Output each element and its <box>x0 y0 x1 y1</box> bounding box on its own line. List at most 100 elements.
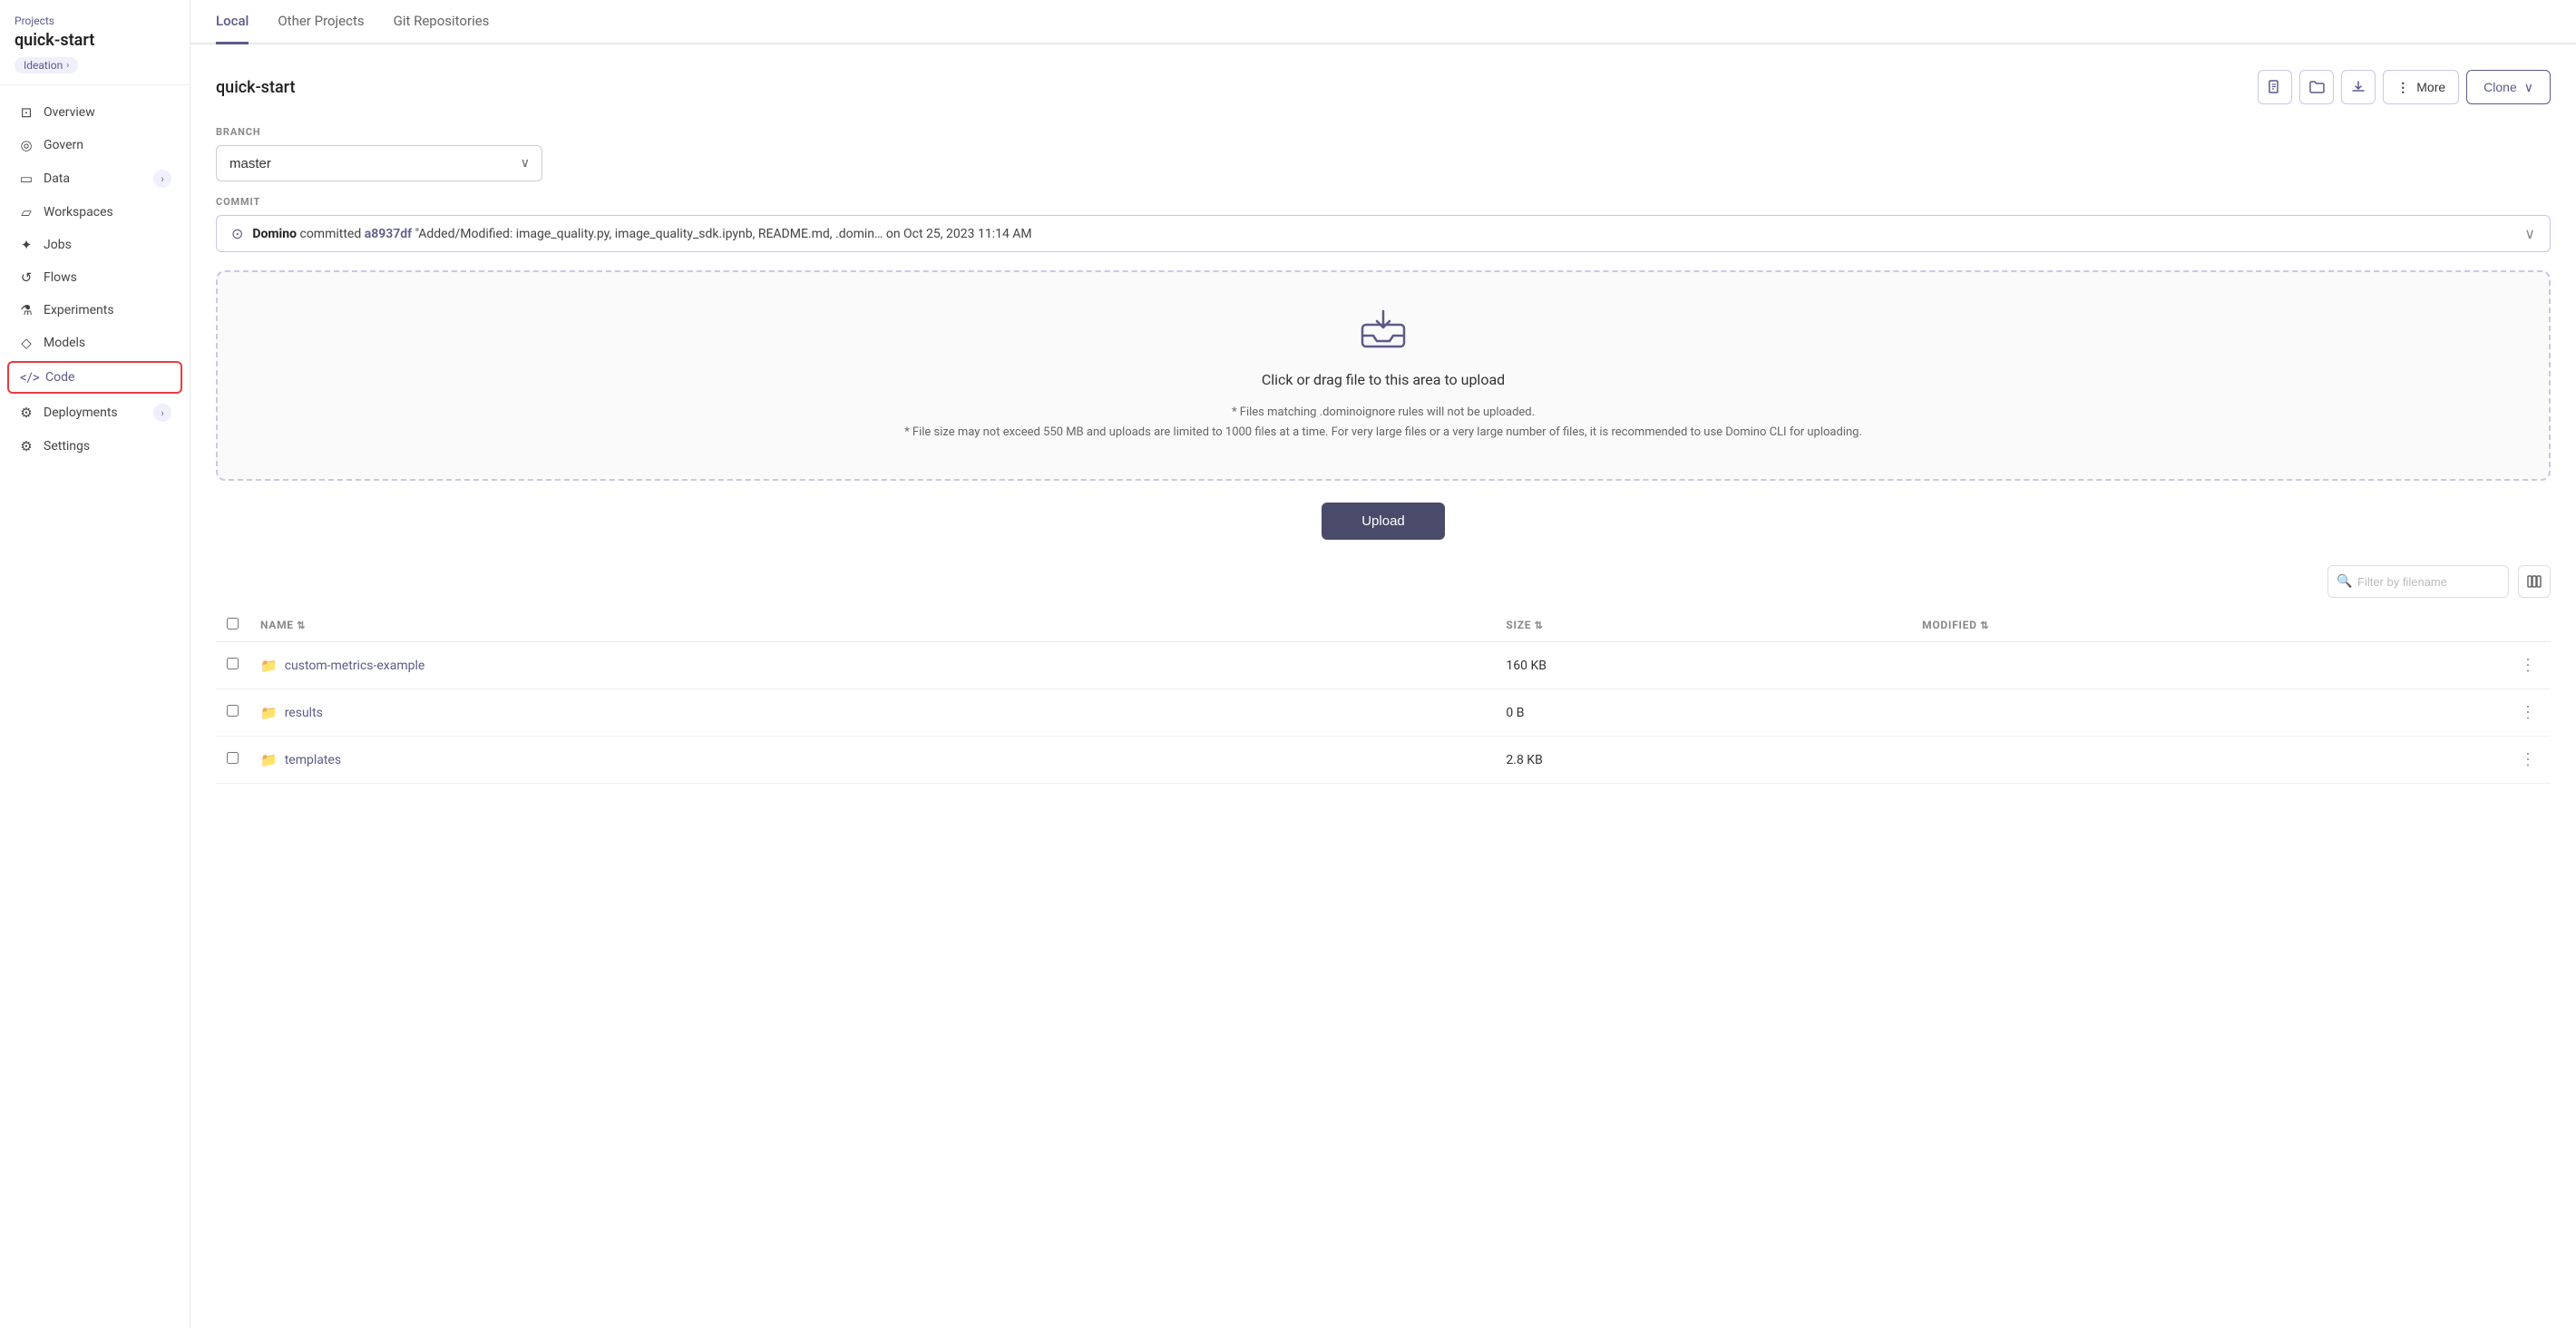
folder-icon: 📁 <box>260 658 278 674</box>
name-column-header[interactable]: NAME <box>249 609 1495 642</box>
file-modified-cell <box>1911 689 2505 737</box>
sidebar-item-experiments[interactable]: ⚗ Experiments <box>0 294 190 327</box>
upload-note-2: * File size may not exceed 550 MB and up… <box>236 423 2531 443</box>
row-actions-cell: ⋮ <box>2505 737 2551 784</box>
row-checkbox[interactable] <box>227 658 239 669</box>
file-name-cell: 📁 results <box>249 689 1495 737</box>
main-content: Local Other Projects Git Repositories qu… <box>190 0 2576 1328</box>
row-actions-button[interactable]: ⋮ <box>2516 701 2540 724</box>
code-icon: </> <box>20 369 36 386</box>
sidebar-item-label: Code <box>45 370 74 385</box>
settings-icon: ⚙ <box>18 438 34 454</box>
header-actions: ⋮ More Clone ∨ <box>2258 70 2551 104</box>
jobs-icon: ✦ <box>18 237 34 253</box>
sidebar-item-govern[interactable]: ◎ Govern <box>0 129 190 161</box>
download-icon-button[interactable] <box>2341 70 2376 104</box>
row-actions-cell: ⋮ <box>2505 689 2551 737</box>
modified-column-header[interactable]: MODIFIED <box>1911 609 2505 642</box>
sidebar-item-label: Data <box>44 171 70 186</box>
sidebar-item-flows[interactable]: ↺ Flows <box>0 261 190 294</box>
file-name-cell: 📁 custom-metrics-example <box>249 642 1495 689</box>
file-name-link[interactable]: 📁 custom-metrics-example <box>260 658 1484 674</box>
sidebar-item-label: Flows <box>44 270 77 285</box>
sidebar-item-jobs[interactable]: ✦ Jobs <box>0 229 190 261</box>
more-button[interactable]: ⋮ More <box>2383 70 2459 104</box>
row-checkbox[interactable] <box>227 705 239 717</box>
upload-button-wrap: Upload <box>216 503 2551 540</box>
folder-icon-button[interactable] <box>2299 70 2334 104</box>
row-actions-button[interactable]: ⋮ <box>2516 748 2540 771</box>
file-size-cell: 2.8 KB <box>1495 737 1911 784</box>
row-checkbox-cell <box>216 642 249 689</box>
search-icon: 🔍 <box>2337 574 2352 589</box>
file-modified-cell <box>1911 642 2505 689</box>
content-area: quick-start <box>190 44 2576 1328</box>
tab-git-repositories[interactable]: Git Repositories <box>394 0 490 44</box>
branch-select[interactable]: master <box>216 145 542 181</box>
size-column-header[interactable]: SIZE <box>1495 609 1911 642</box>
tab-other-projects[interactable]: Other Projects <box>278 0 364 44</box>
sidebar-item-data[interactable]: ▭ Data › <box>0 161 190 196</box>
filter-input[interactable] <box>2327 565 2509 598</box>
tabs-bar: Local Other Projects Git Repositories <box>190 0 2576 44</box>
table-row: 📁 results 0 B ⋮ <box>216 689 2551 737</box>
sidebar-item-settings[interactable]: ⚙ Settings <box>0 430 190 463</box>
more-label: More <box>2416 80 2445 94</box>
commit-hash: a8937df <box>365 227 412 241</box>
upload-main-text: Click or drag file to this area to uploa… <box>236 371 2531 388</box>
table-header: NAME SIZE MODIFIED <box>216 609 2551 642</box>
models-icon: ◇ <box>18 335 34 351</box>
file-name-cell: 📁 templates <box>249 737 1495 784</box>
commit-action: committed <box>299 227 364 241</box>
select-all-checkbox[interactable] <box>227 618 239 630</box>
table-row: 📁 templates 2.8 KB ⋮ <box>216 737 2551 784</box>
page-title: quick-start <box>216 78 295 97</box>
overview-icon: ⊡ <box>18 104 34 121</box>
filter-row: 🔍 <box>216 565 2551 598</box>
row-actions-button[interactable]: ⋮ <box>2516 654 2540 677</box>
sidebar-item-label: Deployments <box>44 405 118 420</box>
upload-button[interactable]: Upload <box>1322 503 1445 540</box>
sidebar-item-code[interactable]: </> Code <box>7 361 182 394</box>
deployments-badge: › <box>153 404 171 422</box>
file-name-link[interactable]: 📁 templates <box>260 752 1484 768</box>
columns-icon <box>2527 574 2542 589</box>
commit-expand-icon[interactable]: ∨ <box>2524 225 2535 242</box>
file-size-cell: 160 KB <box>1495 642 1911 689</box>
commit-git-icon: ⊙ <box>231 225 243 242</box>
actions-column-header <box>2505 609 2551 642</box>
sidebar-item-label: Jobs <box>44 238 72 252</box>
upload-drop-area[interactable]: Click or drag file to this area to uploa… <box>216 270 2551 481</box>
commit-author: Domino <box>252 227 297 241</box>
project-tag[interactable]: Ideation › <box>15 57 78 73</box>
upload-note: * Files matching .dominoignore rules wil… <box>236 403 2531 443</box>
sidebar-item-label: Workspaces <box>44 205 113 220</box>
file-name: results <box>285 706 323 720</box>
row-checkbox[interactable] <box>227 752 239 764</box>
branch-select-wrap: master ∨ <box>216 145 542 181</box>
download-icon <box>2351 80 2366 94</box>
commit-label: COMMIT <box>216 196 2551 208</box>
sidebar-item-label: Overview <box>44 105 95 120</box>
folder-icon: 📁 <box>260 752 278 768</box>
tag-chevron-icon: › <box>66 61 69 71</box>
select-all-header <box>216 609 249 642</box>
clone-button[interactable]: Clone ∨ <box>2466 70 2551 104</box>
row-checkbox-cell <box>216 689 249 737</box>
branch-label: BRANCH <box>216 126 2551 138</box>
table-row: 📁 custom-metrics-example 160 KB ⋮ <box>216 642 2551 689</box>
file-table: NAME SIZE MODIFIED 📁 custom-metrics-exam… <box>216 609 2551 784</box>
file-name-link[interactable]: 📁 results <box>260 705 1484 721</box>
columns-toggle-button[interactable] <box>2518 565 2551 598</box>
sidebar-item-overview[interactable]: ⊡ Overview <box>0 96 190 129</box>
file-size-cell: 0 B <box>1495 689 1911 737</box>
sidebar-item-models[interactable]: ◇ Models <box>0 327 190 359</box>
file-icon-button[interactable] <box>2258 70 2292 104</box>
sidebar-item-deployments[interactable]: ⚙ Deployments › <box>0 395 190 430</box>
projects-link[interactable]: Projects <box>15 15 175 27</box>
commit-row[interactable]: ⊙ Domino committed a8937df "Added/Modifi… <box>216 215 2551 252</box>
tab-local[interactable]: Local <box>216 0 249 44</box>
row-actions-cell: ⋮ <box>2505 642 2551 689</box>
new-folder-icon <box>2309 81 2325 93</box>
sidebar-item-workspaces[interactable]: ▱ Workspaces <box>0 196 190 229</box>
